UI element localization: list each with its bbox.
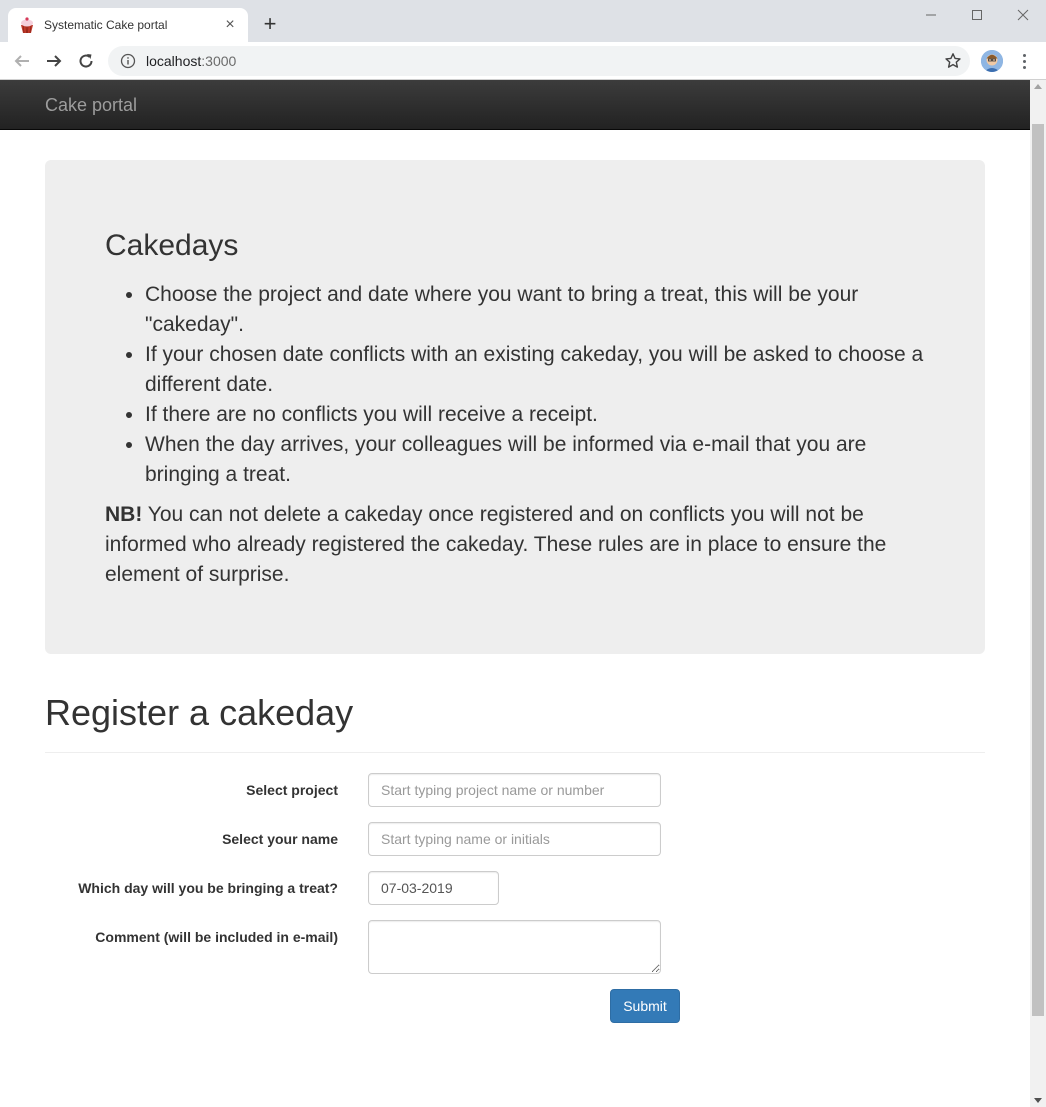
url-port: :3000 — [201, 53, 237, 69]
info-list-item: If there are no conflicts you will recei… — [145, 400, 925, 430]
scroll-thumb[interactable] — [1032, 124, 1044, 1016]
browser-toolbar: localhost:3000 — [0, 42, 1046, 80]
url-host: localhost — [146, 53, 202, 69]
back-button[interactable] — [10, 49, 34, 73]
name-row: Select your name — [45, 822, 985, 856]
minimize-icon — [926, 14, 936, 16]
comment-label: Comment (will be included in e-mail) — [95, 929, 338, 945]
date-label: Which day will you be bringing a treat? — [78, 880, 338, 896]
submit-button[interactable]: Submit — [610, 989, 680, 1023]
cupcake-icon — [21, 17, 33, 34]
reload-button[interactable] — [74, 49, 98, 73]
project-input[interactable] — [368, 773, 661, 807]
user-avatar-icon — [981, 50, 1003, 72]
scroll-up-arrow-icon[interactable] — [1034, 84, 1042, 89]
info-heading: Cakedays — [105, 229, 239, 262]
browser-menu-button[interactable] — [1016, 50, 1032, 72]
scroll-down-arrow-icon[interactable] — [1034, 1098, 1042, 1103]
register-title: Register a cakeday — [45, 692, 354, 733]
cakedays-info-panel: Cakedays Choose the project and date whe… — [45, 160, 985, 654]
close-icon — [1017, 9, 1029, 21]
date-row: Which day will you be bringing a treat? — [45, 871, 985, 905]
info-note-text: You can not delete a cakeday once regist… — [105, 503, 887, 586]
reload-icon — [79, 54, 93, 68]
date-input[interactable] — [368, 871, 499, 905]
close-window-button[interactable] — [1000, 4, 1046, 26]
url-text: localhost:3000 — [146, 53, 236, 69]
tab-title: Systematic Cake portal — [44, 18, 168, 32]
profile-avatar[interactable] — [981, 50, 1003, 72]
browser-titlebar: Systematic Cake portal × + — [0, 0, 1046, 42]
arrow-right-icon — [47, 55, 62, 67]
project-label: Select project — [246, 782, 338, 798]
info-list-item: When the day arrives, your colleagues wi… — [145, 430, 925, 490]
name-input[interactable] — [368, 822, 661, 856]
maximize-window-button[interactable] — [954, 4, 1000, 26]
top-navbar: Cake portal — [0, 80, 1030, 130]
info-note-bold: NB! — [105, 503, 143, 526]
menu-dot-icon — [1022, 65, 1026, 69]
info-list-item: Choose the project and date where you wa… — [145, 280, 925, 340]
page-viewport: Cake portal Cakedays Choose the project … — [0, 80, 1030, 1107]
arrow-left-icon — [14, 55, 29, 67]
register-header: Register a cakeday — [45, 690, 985, 753]
navbar-brand[interactable]: Cake portal — [45, 95, 137, 116]
close-tab-icon[interactable]: × — [222, 17, 238, 33]
info-icon[interactable] — [120, 53, 136, 69]
info-note: NB! You can not delete a cakeday once re… — [105, 500, 925, 590]
page-scrollbar[interactable] — [1030, 80, 1046, 1107]
info-list-item: If your chosen date conflicts with an ex… — [145, 340, 925, 400]
bookmark-star-icon[interactable] — [944, 52, 962, 70]
menu-dot-icon — [1022, 53, 1026, 57]
comment-textarea[interactable] — [368, 920, 661, 974]
forward-button[interactable] — [42, 49, 66, 73]
browser-tab[interactable]: Systematic Cake portal × — [8, 8, 248, 42]
minimize-window-button[interactable] — [908, 4, 954, 26]
comment-row: Comment (will be included in e-mail) — [45, 920, 985, 974]
info-list: Choose the project and date where you wa… — [105, 280, 925, 490]
name-label: Select your name — [222, 831, 338, 847]
new-tab-button[interactable]: + — [258, 12, 282, 36]
maximize-icon — [972, 10, 982, 20]
project-row: Select project — [45, 773, 985, 807]
address-bar[interactable]: localhost:3000 — [108, 46, 970, 76]
menu-dot-icon — [1022, 59, 1026, 63]
